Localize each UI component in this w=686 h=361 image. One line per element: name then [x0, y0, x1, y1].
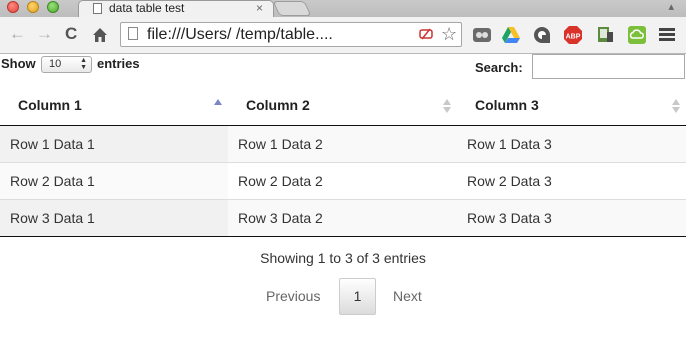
page-icon	[93, 3, 102, 14]
table-cell: Row 3 Data 2	[228, 198, 457, 237]
browser-toolbar: ← → C file:///Users/ /temp/table.... ☆ A…	[0, 17, 686, 54]
sort-ascending-icon	[214, 99, 222, 105]
bookmark-star-icon[interactable]: ☆	[441, 24, 457, 44]
table-cell: Row 2 Data 1	[0, 161, 228, 199]
menu-bar-icon	[659, 38, 675, 41]
menu-bar-icon	[659, 28, 675, 31]
table-header-row: Column 1 Column 2 Column 3	[0, 86, 686, 126]
adblock-icon[interactable]: ABP	[563, 25, 583, 45]
home-icon[interactable]	[92, 27, 108, 43]
search-input[interactable]	[532, 54, 685, 79]
entries-label: entries	[97, 56, 140, 71]
page-1-button[interactable]: 1	[339, 278, 376, 315]
profile-corner-icon[interactable]: ▴	[668, 0, 674, 13]
column-header-3[interactable]: Column 3	[457, 86, 686, 126]
sort-both-icon	[672, 99, 680, 113]
tab-title: data table test	[109, 1, 185, 15]
column-header-1[interactable]: Column 1	[0, 86, 228, 126]
table-cell: Row 2 Data 2	[228, 161, 457, 199]
page-icon	[128, 27, 138, 40]
window-minimize-button[interactable]	[27, 1, 39, 13]
table-row: Row 3 Data 1 Row 3 Data 2 Row 3 Data 3	[0, 198, 686, 237]
evernote-icon[interactable]	[472, 25, 492, 45]
tab-close-button[interactable]: ×	[256, 1, 263, 16]
length-value: 10	[49, 58, 62, 70]
chrome-menu-button[interactable]	[659, 28, 675, 42]
forward-button[interactable]: →	[36, 24, 53, 44]
reload-button[interactable]: C	[65, 24, 77, 44]
select-arrows-icon: ▲ ▼	[80, 57, 87, 71]
table-info: Showing 1 to 3 of 3 entries	[260, 250, 426, 266]
table-cell: Row 1 Data 1	[0, 125, 228, 162]
table-cell: Row 1 Data 2	[228, 125, 457, 162]
browser-tab-strip: data table test × ▴	[0, 0, 686, 17]
show-label: Show	[1, 56, 36, 71]
circle-icon[interactable]	[532, 25, 552, 45]
back-button[interactable]: ←	[9, 24, 26, 44]
browser-tab[interactable]: data table test ×	[78, 0, 274, 17]
next-page-button[interactable]: Next	[393, 288, 422, 304]
table-cell: Row 2 Data 3	[457, 161, 686, 199]
drive-icon[interactable]	[501, 25, 521, 45]
url-text[interactable]: file:///Users/ /temp/table....	[147, 23, 333, 47]
column-header-2[interactable]: Column 2	[228, 86, 457, 126]
data-table: Column 1 Column 2 Column 3 Row 1 Data 1	[0, 86, 686, 237]
window-maximize-button[interactable]	[47, 1, 59, 13]
sort-both-icon	[443, 99, 451, 113]
cloud-icon[interactable]	[627, 25, 647, 45]
pushbullet-icon[interactable]	[595, 25, 615, 45]
column-header-label: Column 1	[18, 97, 82, 114]
table-cell: Row 3 Data 1	[0, 198, 228, 237]
search-label: Search:	[475, 60, 523, 75]
previous-page-button[interactable]: Previous	[266, 288, 320, 304]
new-tab-button[interactable]	[272, 1, 312, 16]
table-row: Row 1 Data 1 Row 1 Data 2 Row 1 Data 3	[0, 125, 686, 162]
address-bar[interactable]: file:///Users/ /temp/table.... ☆	[120, 22, 462, 47]
svg-text:ABP: ABP	[566, 34, 581, 41]
table-row: Row 2 Data 1 Row 2 Data 2 Row 2 Data 3	[0, 161, 686, 199]
entries-length-select[interactable]: 10 ▲ ▼	[41, 56, 92, 73]
menu-bar-icon	[659, 33, 675, 36]
column-header-label: Column 2	[246, 97, 310, 114]
column-header-label: Column 3	[475, 97, 539, 114]
window-close-button[interactable]	[7, 1, 19, 13]
table-cell: Row 3 Data 3	[457, 198, 686, 237]
table-cell: Row 1 Data 3	[457, 125, 686, 162]
translate-icon[interactable]	[419, 27, 433, 41]
